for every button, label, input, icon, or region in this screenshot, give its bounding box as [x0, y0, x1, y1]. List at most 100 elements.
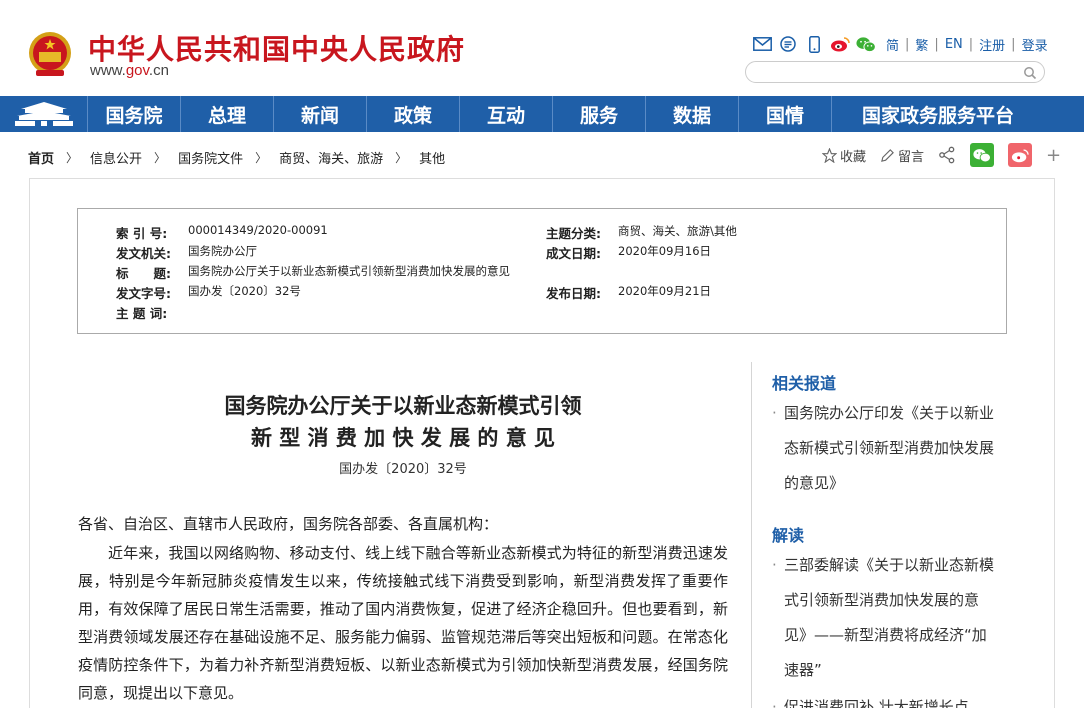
meta-value: 2020年09月16日	[618, 244, 712, 258]
related-report-link[interactable]: · 国务院办公厅印发《关于以新业态新模式引领新型消费加快发展的意见》	[772, 396, 996, 501]
meta-index-row: 索 引 号: 000014349/2020-00091	[116, 223, 328, 242]
related-reports-heading: 相关报道	[772, 374, 837, 393]
article-salutation: 各省、自治区、直辖市人民政府，国务院各部委、各直属机构：	[78, 515, 499, 533]
article-doc-number: 国办发〔2020〕32号	[339, 462, 467, 477]
collect-label: 收藏	[840, 149, 867, 165]
pen-icon	[881, 148, 894, 162]
bullet: ·	[772, 556, 777, 574]
interpretation-text: 促进消费回补 壮大新增长点	[784, 698, 969, 708]
nav-gov-service-platform[interactable]: 国家政务服务平台	[832, 96, 1044, 132]
nav-data[interactable]: 数据	[646, 96, 739, 132]
meta-value: 国务院办公厅关于以新业态新模式引领新型消费加快发展的意见	[188, 264, 510, 278]
meta-pubdate-row: 发布日期: 2020年09月21日	[546, 283, 711, 302]
nav-policy[interactable]: 政策	[367, 96, 460, 132]
search-box	[745, 61, 1045, 83]
breadcrumb-item[interactable]: 国务院文件	[178, 148, 243, 167]
nav-premier[interactable]: 总理	[181, 96, 274, 132]
breadcrumb: 首页 〉 信息公开 〉 国务院文件 〉 商贸、海关、旅游 〉 其他	[28, 148, 445, 167]
national-emblem-icon[interactable]	[26, 30, 74, 80]
chevron-right-icon: 〉	[255, 151, 268, 165]
interpretation-link[interactable]: · 三部委解读《关于以新业态新模式引领新型消费加快发展的意见》——新型消费将成经…	[772, 548, 996, 688]
comment-label: 留言	[898, 149, 925, 165]
url-suffix: .cn	[148, 62, 169, 79]
bullet: ·	[772, 404, 777, 422]
nav-state-council[interactable]: 国务院	[88, 96, 181, 132]
share-toolbar: 收藏 留言 +	[822, 143, 1061, 167]
meta-value: 2020年09月21日	[618, 284, 712, 298]
separator: |	[905, 36, 910, 52]
meta-label: 标 题:	[116, 266, 171, 281]
comment-button[interactable]: 留言	[880, 146, 924, 165]
article-paragraph: 近年来，我国以网络购物、移动支付、线上线下融合等新业态新模式为特征的新型消费迅速…	[78, 544, 728, 702]
share-weibo-icon[interactable]	[1008, 143, 1033, 167]
related-report-text: 国务院办公厅印发《关于以新业态新模式引领新型消费加快发展的意见》	[784, 404, 995, 492]
meta-keywords-row: 主 题 词:	[116, 303, 188, 322]
top-toolbar: 简 | 繁 | EN | 注册 | 登录	[752, 34, 1048, 54]
rss-icon[interactable]	[778, 34, 798, 54]
mobile-icon[interactable]	[804, 34, 824, 54]
share-icon	[939, 146, 955, 164]
link-register[interactable]: 注册	[979, 35, 1005, 54]
weibo-icon[interactable]	[830, 34, 850, 54]
breadcrumb-item[interactable]: 商贸、海关、旅游	[279, 148, 383, 167]
bullet: ·	[772, 698, 777, 708]
site-header: 中华人民共和国中央人民政府 www.gov.cn 简 | 繁 | EN | 注册 | 登…	[0, 0, 1084, 96]
meta-date-row: 成文日期: 2020年09月16日	[546, 243, 711, 262]
interpretation-link-partial[interactable]: · 促进消费回补 壮大新增长点	[772, 690, 996, 708]
sidebar-divider	[751, 362, 752, 708]
meta-label: 成文日期:	[546, 246, 601, 261]
nav-services[interactable]: 服务	[553, 96, 646, 132]
interpretation-text: 三部委解读《关于以新业态新模式引领新型消费加快发展的意见》——新型消费将成经济“…	[784, 556, 995, 679]
share-button[interactable]	[938, 146, 956, 164]
meta-label: 发布日期:	[546, 286, 601, 301]
meta-docno-row: 发文字号: 国办发〔2020〕32号	[116, 283, 301, 302]
url-prefix: www.	[90, 62, 126, 79]
nav-national-info[interactable]: 国情	[739, 96, 832, 132]
share-wechat-icon[interactable]	[970, 143, 995, 167]
main-nav: 国务院 总理 新闻 政策 互动 服务 数据 国情 国家政务服务平台	[0, 96, 1084, 132]
meta-title-row: 标 题: 国务院办公厅关于以新业态新模式引领新型消费加快发展的意见	[116, 263, 510, 282]
interpretation-heading: 解读	[772, 526, 805, 545]
link-simplified[interactable]: 简	[886, 35, 899, 54]
more-share-icon[interactable]: +	[1046, 145, 1061, 166]
star-icon	[822, 147, 837, 163]
nav-home[interactable]	[0, 96, 88, 132]
document-meta-table: 索 引 号: 000014349/2020-00091 主题分类: 商贸、海关、…	[77, 208, 1007, 334]
collect-button[interactable]: 收藏	[822, 146, 866, 165]
meta-value: 国办发〔2020〕32号	[188, 284, 301, 298]
chevron-right-icon: 〉	[154, 151, 167, 165]
meta-issuer-row: 发文机关: 国务院办公厅	[116, 243, 257, 262]
meta-label: 主题分类:	[546, 226, 601, 241]
meta-label: 发文机关:	[116, 246, 171, 261]
link-traditional[interactable]: 繁	[915, 35, 928, 54]
separator: |	[968, 36, 974, 52]
article-title: 国务院办公厅关于以新业态新模式引领 新 型 消 费 加 快 发 展 的 意 见	[78, 390, 728, 454]
nav-news[interactable]: 新闻	[274, 96, 367, 132]
meta-value: 国务院办公厅	[188, 244, 257, 258]
breadcrumb-item[interactable]: 其他	[419, 148, 445, 167]
search-icon[interactable]	[1022, 65, 1038, 81]
search-input[interactable]	[756, 64, 1021, 80]
breadcrumb-home[interactable]: 首页	[28, 148, 54, 167]
meta-topic-row: 主题分类: 商贸、海关、旅游\其他	[546, 223, 737, 242]
chevron-right-icon: 〉	[66, 151, 79, 165]
article-title-line: 国务院办公厅关于以新业态新模式引领	[224, 393, 582, 418]
tiananmen-icon	[14, 102, 73, 126]
article-title-line: 新 型 消 费 加 快 发 展 的 意 见	[250, 425, 556, 450]
url-mid: gov	[125, 62, 149, 79]
separator: |	[1011, 36, 1016, 52]
meta-value: 商贸、海关、旅游\其他	[618, 224, 737, 238]
meta-label: 主 题 词:	[116, 306, 168, 321]
breadcrumb-item[interactable]: 信息公开	[90, 148, 142, 167]
separator: |	[934, 36, 939, 52]
meta-label: 索 引 号:	[116, 226, 168, 241]
meta-value: 000014349/2020-00091	[188, 223, 328, 237]
meta-label: 发文字号:	[116, 286, 171, 301]
wechat-icon[interactable]	[856, 34, 876, 54]
nav-interaction[interactable]: 互动	[460, 96, 553, 132]
mail-icon[interactable]	[752, 34, 772, 54]
top-links: 简 | 繁 | EN | 注册 | 登录	[886, 35, 1048, 54]
link-english[interactable]: EN	[945, 37, 963, 52]
link-login[interactable]: 登录	[1022, 35, 1048, 54]
chevron-right-icon: 〉	[395, 151, 408, 165]
